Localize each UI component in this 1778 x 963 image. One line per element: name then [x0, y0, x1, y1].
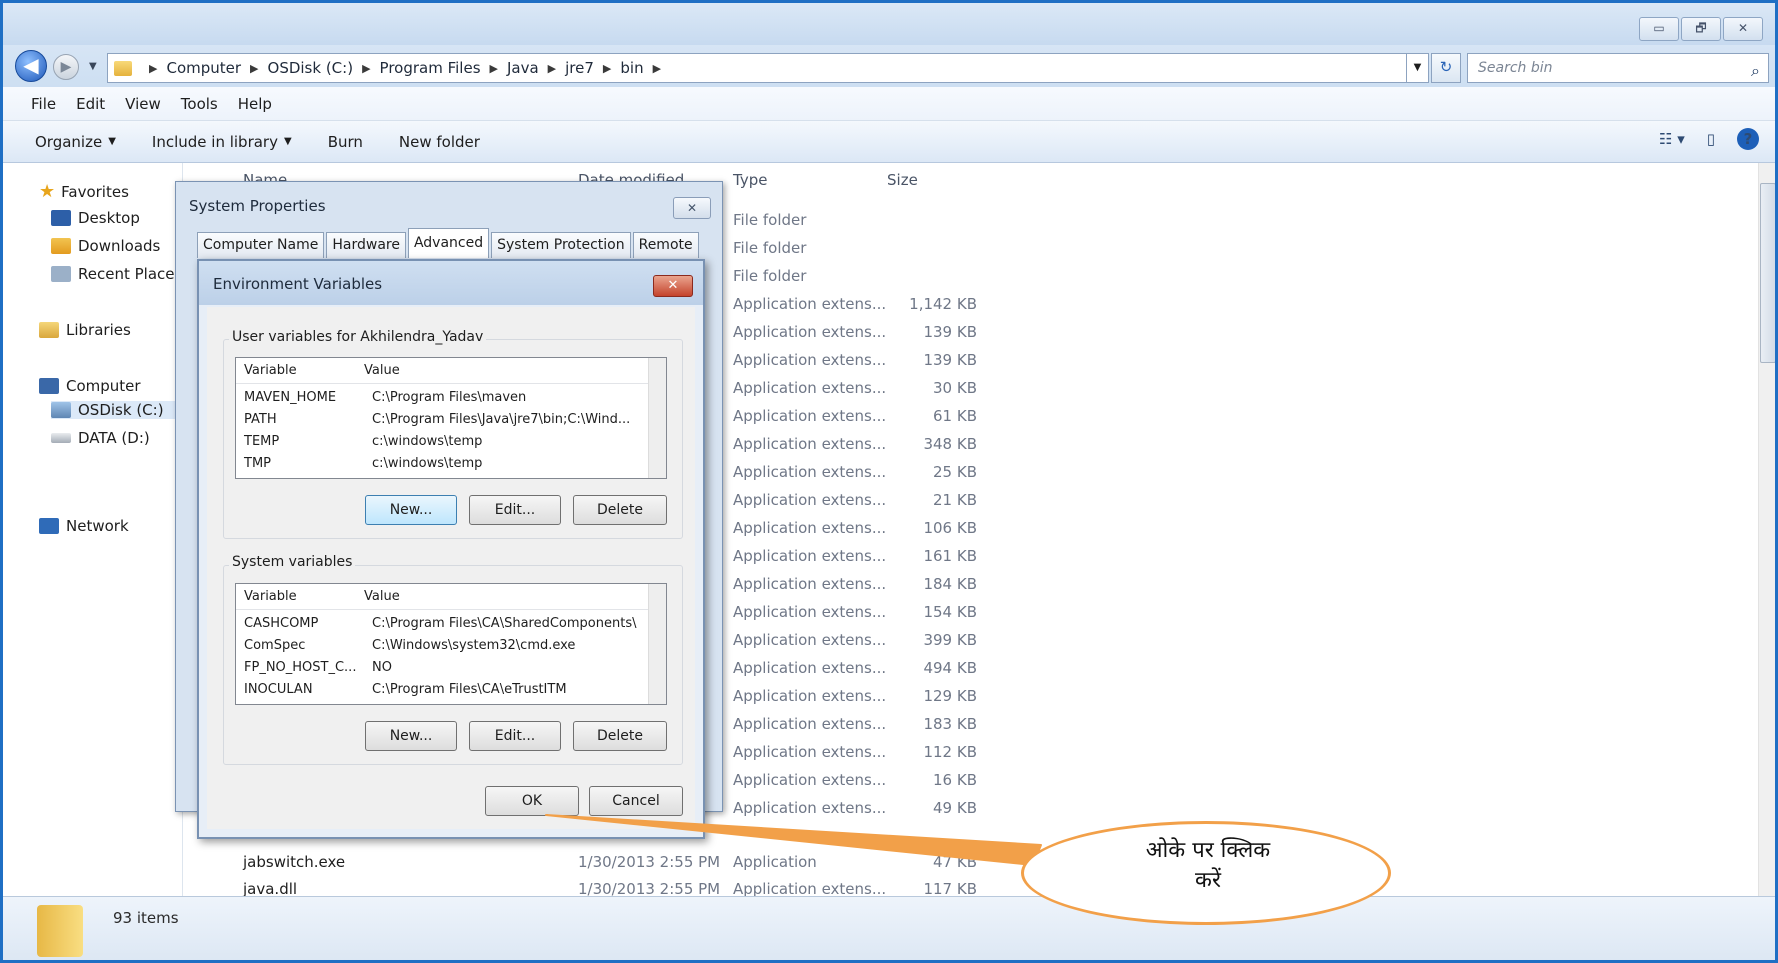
callout-pointer — [545, 814, 1042, 866]
callout-line: करें — [1195, 868, 1221, 893]
explorer-window: ▭ 🗗 ✕ ◀ ▶ ▼ ▶ Computer ▶ OSDisk (C:) ▶ Prog… — [0, 0, 1778, 963]
callout-line: ओके पर क्लिक — [1145, 838, 1271, 863]
callout-text: ओके पर क्लिक करें — [1063, 836, 1353, 896]
